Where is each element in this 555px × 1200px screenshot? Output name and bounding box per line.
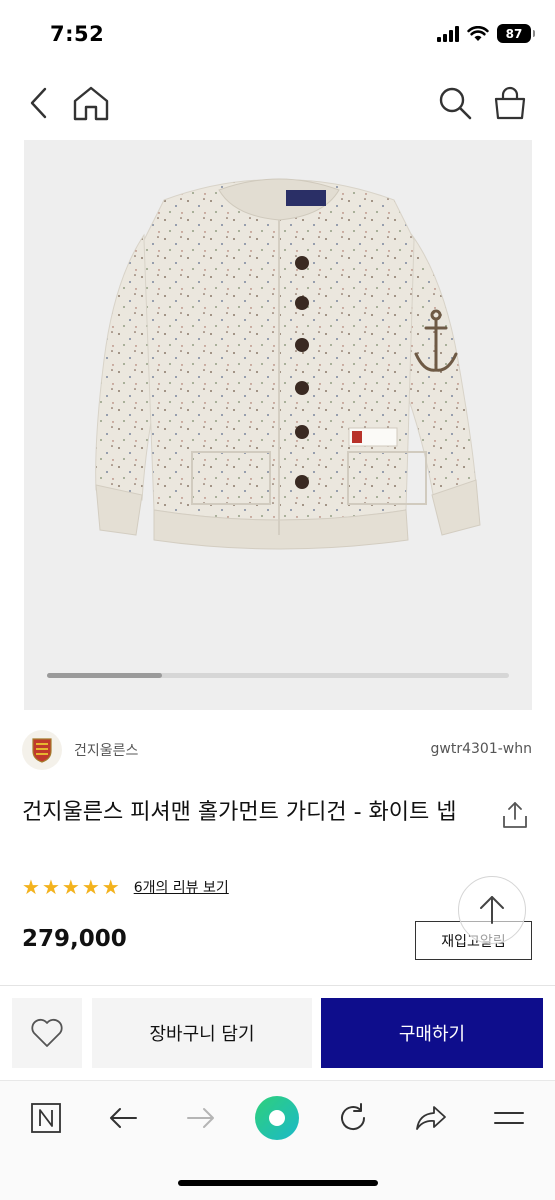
- star-icon: ★: [61, 875, 80, 899]
- scroll-to-top-button[interactable]: [458, 876, 526, 944]
- naver-tab-button[interactable]: [21, 1095, 71, 1141]
- back-button[interactable]: [16, 80, 62, 126]
- purchase-action-bar: 장바구니 담기 구매하기: [0, 985, 555, 1080]
- share-button[interactable]: [500, 800, 530, 830]
- arrow-up-icon: [480, 896, 504, 924]
- star-icon: ★: [22, 875, 40, 899]
- shopping-bag-icon: [494, 86, 526, 120]
- star-icon: ★: [101, 875, 120, 899]
- share-page-button[interactable]: [406, 1095, 456, 1141]
- rating-stars: ★ ★ ★ ★ ★: [22, 877, 120, 897]
- add-to-cart-button[interactable]: 장바구니 담기: [92, 998, 312, 1068]
- product-title: 건지울른스 피셔맨 홀가먼트 가디건 - 화이트 넵: [22, 800, 457, 825]
- arrow-right-icon: [187, 1108, 214, 1128]
- search-icon: [439, 87, 472, 120]
- share-arrow-icon: [416, 1106, 446, 1130]
- browser-forward-button[interactable]: [176, 1095, 226, 1141]
- image-carousel-scroll-thumb[interactable]: [47, 673, 162, 678]
- home-indicator[interactable]: [178, 1180, 378, 1186]
- wishlist-button[interactable]: [12, 998, 82, 1068]
- battery-icon: 87: [497, 24, 535, 43]
- star-icon: ★: [81, 875, 100, 899]
- wifi-icon: [467, 25, 489, 41]
- reload-button[interactable]: [328, 1095, 378, 1141]
- brand-row: 건지울른스 gwtr4301-whn: [22, 730, 532, 772]
- image-carousel-scrollbar[interactable]: [47, 673, 509, 678]
- brand-crest-icon: [32, 738, 52, 763]
- status-bar: 7:52 87: [0, 0, 555, 70]
- home-icon: [73, 86, 109, 121]
- star-icon: ★: [41, 875, 60, 899]
- review-link[interactable]: 6개의 리뷰 보기: [134, 877, 229, 897]
- back-icon: [30, 87, 47, 119]
- menu-button[interactable]: [484, 1095, 534, 1141]
- buy-now-button[interactable]: 구매하기: [321, 998, 543, 1068]
- product-image[interactable]: [24, 140, 532, 710]
- top-nav: [0, 80, 555, 130]
- brand-name[interactable]: 건지울른스: [74, 740, 138, 760]
- brand-logo[interactable]: [22, 730, 62, 770]
- product-price: 279,000: [22, 926, 127, 952]
- arrow-left-icon: [110, 1108, 137, 1128]
- hamburger-menu-icon: [494, 1112, 524, 1124]
- green-dot-icon: [255, 1096, 299, 1140]
- green-dot-button[interactable]: [252, 1095, 302, 1141]
- browser-back-button[interactable]: [98, 1095, 148, 1141]
- cellular-signal-icon: [437, 25, 459, 42]
- status-icons: 87: [437, 24, 535, 43]
- cart-icon-button[interactable]: [487, 80, 533, 126]
- product-code: gwtr4301-whn: [430, 741, 532, 757]
- reload-icon: [341, 1103, 366, 1131]
- naver-n-icon: [31, 1103, 61, 1133]
- browser-toolbar: [0, 1080, 555, 1200]
- rating-row: ★ ★ ★ ★ ★ 6개의 리뷰 보기: [22, 875, 229, 899]
- status-time: 7:52: [50, 22, 105, 46]
- share-icon: [503, 802, 527, 828]
- home-button[interactable]: [68, 80, 114, 126]
- search-button[interactable]: [432, 80, 478, 126]
- heart-icon: [31, 1018, 63, 1047]
- cardigan-illustration: [95, 178, 481, 550]
